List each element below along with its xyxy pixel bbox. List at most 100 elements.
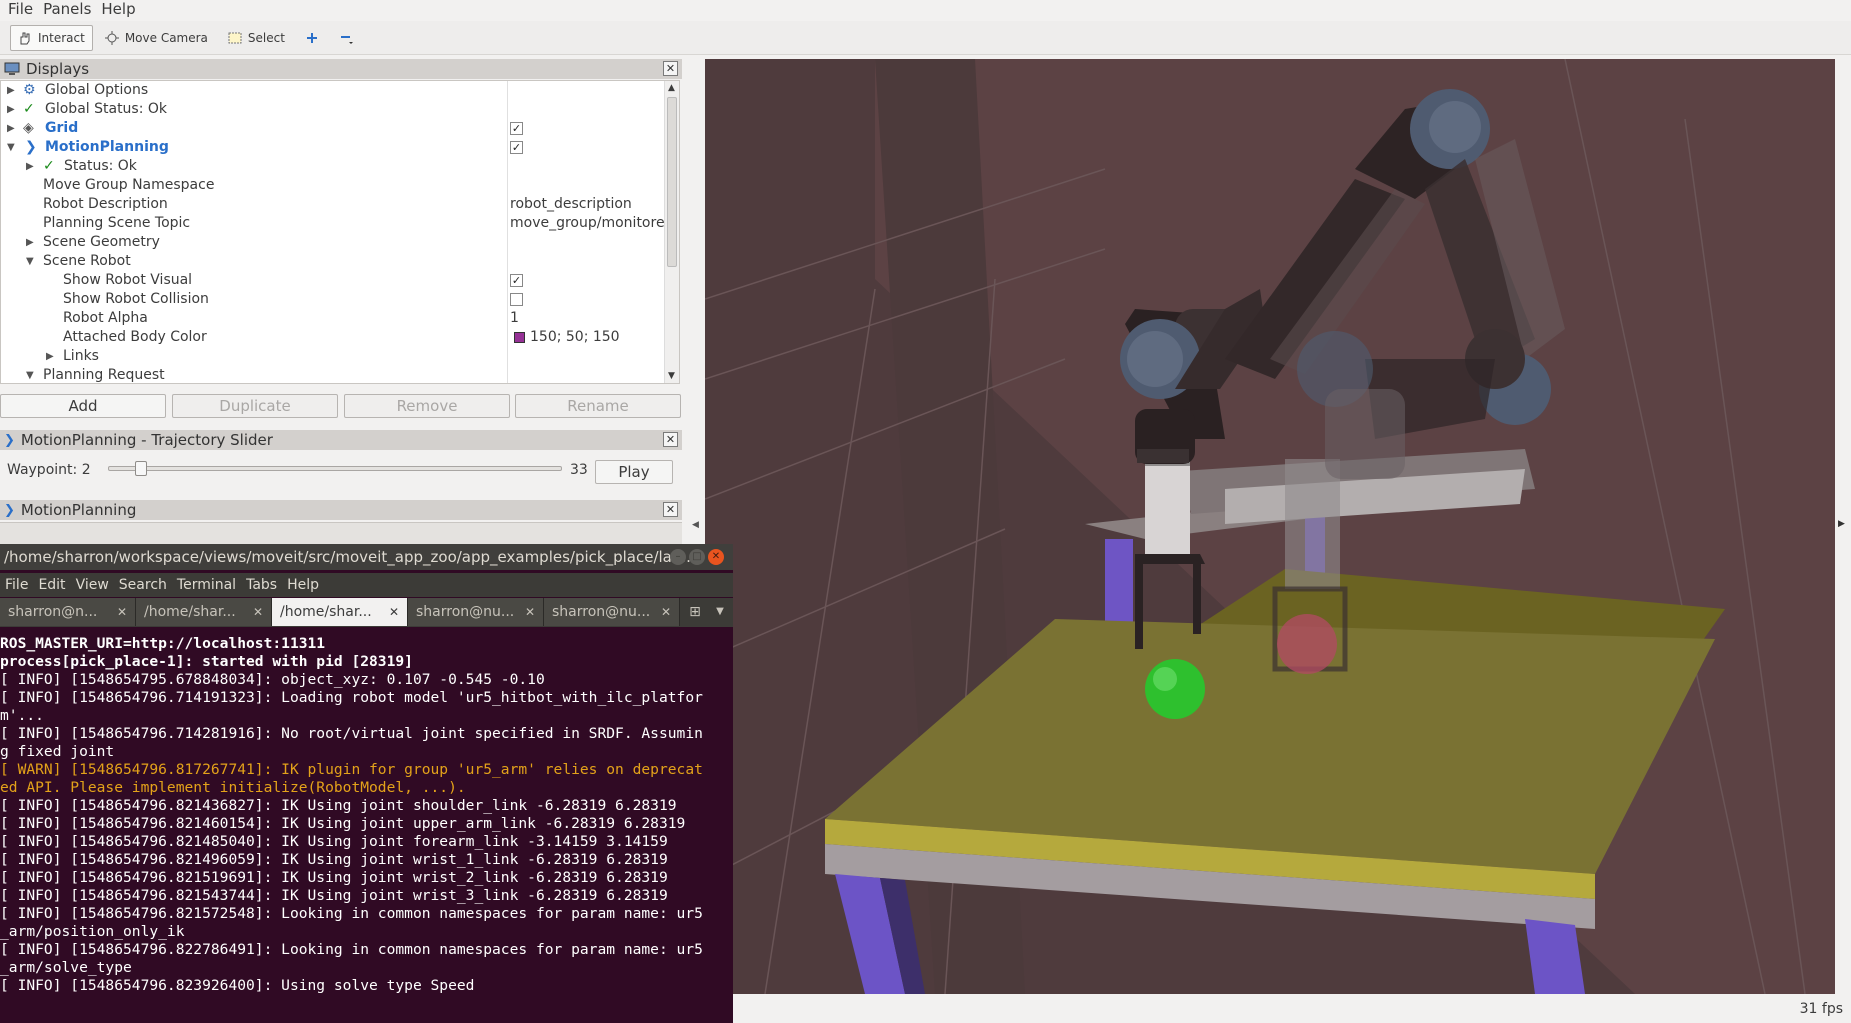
tree-row-show-robot-collision[interactable]: Show Robot Collision [1, 290, 666, 309]
terminal-line: _arm/position_only_ik [0, 923, 185, 940]
expand-arrow-icon[interactable]: ▶ [7, 100, 15, 119]
grid-enabled-checkbox[interactable]: ✓ [510, 122, 523, 135]
terminal-menu-terminal[interactable]: Terminal [177, 573, 236, 597]
tree-row-grid[interactable]: ▶ ◈ Grid ✓ [1, 119, 666, 138]
scroll-thumb[interactable] [667, 97, 677, 267]
rename-display-button[interactable]: Rename [515, 394, 681, 418]
terminal-menu-file[interactable]: File [5, 573, 28, 597]
terminal-line: [ INFO] [1548654796.821460154]: IK Using… [0, 815, 686, 832]
terminal-menu-search[interactable]: Search [119, 573, 167, 597]
new-tab-icon[interactable]: ⊞ [680, 598, 710, 627]
terminal-output[interactable]: ROS_MASTER_URI=http://localhost:11311 pr… [0, 635, 733, 1023]
color-swatch[interactable] [514, 332, 525, 343]
terminal-menu-tabs[interactable]: Tabs [246, 573, 277, 597]
terminal-line: g fixed joint [0, 743, 115, 760]
show-robot-collision-checkbox[interactable] [510, 293, 523, 306]
show-robot-visual-checkbox[interactable]: ✓ [510, 274, 523, 287]
scroll-up-icon[interactable]: ▲ [668, 83, 675, 93]
minimize-icon[interactable]: – [670, 549, 686, 565]
terminal-menu-help[interactable]: Help [287, 573, 319, 597]
tree-row-motion-planning[interactable]: ▼ ❯ MotionPlanning ✓ [1, 138, 666, 157]
add-display-button[interactable]: Add [0, 394, 166, 418]
terminal-tab[interactable]: /home/shar... ✕ [136, 598, 272, 626]
select-tool-button[interactable]: Select [220, 25, 293, 51]
close-displays-button[interactable]: ✕ [663, 61, 678, 76]
close-tab-icon[interactable]: ✕ [253, 598, 263, 626]
status-bar: 31 fps [690, 995, 1851, 1023]
menu-panels[interactable]: Panels [41, 0, 95, 19]
waypoint-slider-handle[interactable] [135, 461, 147, 476]
tree-row-robot-alpha[interactable]: Robot Alpha 1 [1, 309, 666, 328]
waypoint-max: 33 [570, 462, 588, 478]
expand-arrow-icon[interactable]: ▶ [46, 347, 54, 366]
menu-help[interactable]: Help [99, 0, 139, 19]
terminal-line: _arm/solve_type [0, 959, 132, 976]
tree-scrollbar[interactable]: ▲ ▼ [664, 81, 679, 383]
waypoint-slider-track[interactable] [108, 461, 562, 476]
terminal-tab-active[interactable]: /home/shar... ✕ [272, 598, 408, 626]
remove-tool-button[interactable] [331, 25, 361, 51]
tree-row-scene-robot[interactable]: ▼ Scene Robot [1, 252, 666, 271]
terminal-line: [ INFO] [1548654796.822786491]: Looking … [0, 941, 703, 958]
tree-label: Planning Request [43, 367, 165, 383]
collapse-arrow-icon[interactable]: ▼ [26, 366, 34, 383]
displays-tree[interactable]: ▶ ⚙ Global Options ▶ ✓ Global Status: Ok… [0, 80, 680, 384]
menu-file[interactable]: File [6, 0, 37, 19]
collapse-dock-arrow-icon[interactable]: ◀ [692, 520, 699, 530]
tree-row-planning-request[interactable]: ▼ Planning Request [1, 366, 666, 383]
tree-row-links[interactable]: ▶ Links [1, 347, 666, 366]
terminal-line: [ INFO] [1548654796.821496059]: IK Using… [0, 851, 668, 868]
tree-label: Attached Body Color [63, 329, 207, 345]
waypoint-value: 2 [81, 462, 91, 478]
expand-arrow-icon[interactable]: ▶ [7, 119, 15, 138]
tree-row-global-status[interactable]: ▶ ✓ Global Status: Ok [1, 100, 666, 119]
terminal-tab[interactable]: sharron@nu... ✕ [408, 598, 544, 626]
terminal-tab[interactable]: sharron@nu... ✕ [544, 598, 680, 626]
close-icon[interactable]: ✕ [708, 549, 724, 565]
terminal-menu-edit[interactable]: Edit [38, 573, 65, 597]
tree-row-move-group-namespace[interactable]: Move Group Namespace [1, 176, 666, 195]
expand-right-dock-icon[interactable]: ▶ [1838, 519, 1845, 529]
collapse-arrow-icon[interactable]: ▼ [26, 252, 34, 271]
move-camera-tool-button[interactable]: Move Camera [97, 25, 216, 51]
motion-planning-enabled-checkbox[interactable]: ✓ [510, 141, 523, 154]
terminal-line-warn: ed API. Please implement initialize(Robo… [0, 779, 466, 796]
tree-label: Planning Scene Topic [43, 215, 191, 231]
fps-readout: 31 fps [1799, 1001, 1843, 1017]
expand-arrow-icon[interactable]: ▶ [7, 81, 15, 100]
interact-tool-button[interactable]: Interact [10, 24, 93, 51]
terminal-title-bar[interactable]: /home/sharron/workspace/views/moveit/src… [0, 544, 733, 570]
tree-row-attached-body-color[interactable]: Attached Body Color 150; 50; 150 [1, 328, 666, 347]
terminal-menu-view[interactable]: View [76, 573, 109, 597]
tree-row-planning-scene-topic[interactable]: Planning Scene Topic move_group/monitore… [1, 214, 666, 233]
rviz-3d-viewport[interactable] [705, 59, 1835, 994]
add-tool-button[interactable] [297, 25, 327, 51]
planning-scene-topic-value[interactable]: move_group/monitore... [510, 214, 666, 233]
tree-row-status[interactable]: ▶ ✓ Status: Ok [1, 157, 666, 176]
robot-description-value[interactable]: robot_description [510, 195, 666, 214]
remove-display-button[interactable]: Remove [344, 394, 510, 418]
attached-body-color-value[interactable]: 150; 50; 150 [530, 328, 679, 347]
collapse-arrow-icon[interactable]: ▼ [7, 138, 15, 157]
play-button[interactable]: Play [595, 460, 673, 484]
close-tab-icon[interactable]: ✕ [117, 598, 127, 626]
maximize-icon[interactable]: □ [689, 549, 705, 565]
close-tab-icon[interactable]: ✕ [661, 598, 671, 626]
motion-planning-tabs-strip[interactable] [0, 522, 682, 544]
tree-row-show-robot-visual[interactable]: Show Robot Visual ✓ [1, 271, 666, 290]
tree-row-scene-geometry[interactable]: ▶ Scene Geometry [1, 233, 666, 252]
close-tab-icon[interactable]: ✕ [525, 598, 535, 626]
tree-row-global-options[interactable]: ▶ ⚙ Global Options [1, 81, 666, 100]
duplicate-display-button[interactable]: Duplicate [172, 394, 338, 418]
motion-planning-icon: ❯ [4, 502, 15, 518]
terminal-tab[interactable]: sharron@n... ✕ [0, 598, 136, 626]
expand-arrow-icon[interactable]: ▶ [26, 233, 34, 252]
tabs-dropdown-icon[interactable]: ▼ [710, 598, 730, 627]
close-trajectory-slider-button[interactable]: ✕ [663, 432, 678, 447]
tree-row-robot-description[interactable]: Robot Description robot_description [1, 195, 666, 214]
expand-arrow-icon[interactable]: ▶ [26, 157, 34, 176]
scroll-down-icon[interactable]: ▼ [668, 371, 675, 381]
close-motion-planning-button[interactable]: ✕ [663, 502, 678, 517]
close-tab-icon[interactable]: ✕ [389, 598, 399, 626]
robot-alpha-value[interactable]: 1 [510, 309, 666, 328]
